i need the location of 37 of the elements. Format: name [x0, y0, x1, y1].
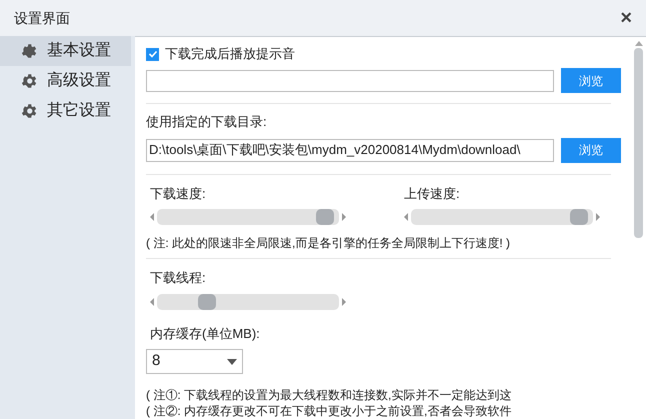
left-arrow-icon[interactable] — [150, 298, 154, 306]
threads-label: 下载线程: — [150, 269, 207, 287]
slider-thumb[interactable] — [316, 209, 334, 225]
note-text: ( 注②: 内存缓存更改不可在下载中更改小于之前设置,否者会导致软件 — [146, 403, 512, 419]
speed-label: 上传速度: — [404, 184, 461, 202]
directory-label: 使用指定的下载目录: — [146, 113, 268, 131]
sidebar-label: 基本设置 — [47, 40, 111, 61]
slider-thumb[interactable] — [198, 294, 216, 310]
right-arrow-icon[interactable] — [596, 213, 600, 221]
slider-thumb[interactable] — [570, 209, 588, 225]
sidebar-label: 高级设置 — [47, 70, 111, 91]
sidebar-label: 其它设置 — [47, 100, 111, 121]
close-button[interactable]: × — [620, 8, 632, 28]
speed-note: ( 注: 此处的限速非全局限速,而是各引擎的任务全局限制上下行速度! ) — [146, 235, 511, 252]
scroll-thumb[interactable] — [634, 48, 643, 238]
sidebar-item[interactable]: 基本设置 — [0, 36, 131, 66]
right-arrow-icon[interactable] — [342, 213, 346, 221]
speed-label: 下载速度: — [150, 184, 207, 202]
checkbox[interactable] — [146, 48, 159, 60]
scroll-up-icon[interactable] — [634, 41, 642, 46]
sound-file-field[interactable] — [146, 70, 554, 92]
gear-icon — [20, 42, 38, 60]
note-text: ( 注①: 下载线程的设置为最大线程数和连接数,实际并不一定能达到这 — [146, 387, 512, 403]
directory-field[interactable]: D:\tools\桌面\下载吧\安装包\mydm_v20200814\Mydm\download\ — [146, 138, 554, 162]
window-title: 设置界面 — [14, 8, 70, 28]
gear-icon — [20, 72, 38, 90]
right-arrow-icon[interactable] — [342, 298, 346, 306]
slider-track[interactable] — [157, 209, 339, 225]
slider-track[interactable] — [157, 294, 339, 310]
left-arrow-icon[interactable] — [150, 213, 154, 221]
caret-icon — [227, 358, 237, 364]
left-arrow-icon[interactable] — [404, 213, 408, 221]
checkbox-label: 下载完成后播放提示音 — [165, 45, 295, 64]
slider-track[interactable] — [411, 209, 593, 225]
gear-icon — [20, 102, 38, 120]
cache-label: 内存缓存(单位MB): — [149, 324, 261, 343]
cache-dropdown[interactable]: 8 — [146, 349, 243, 374]
